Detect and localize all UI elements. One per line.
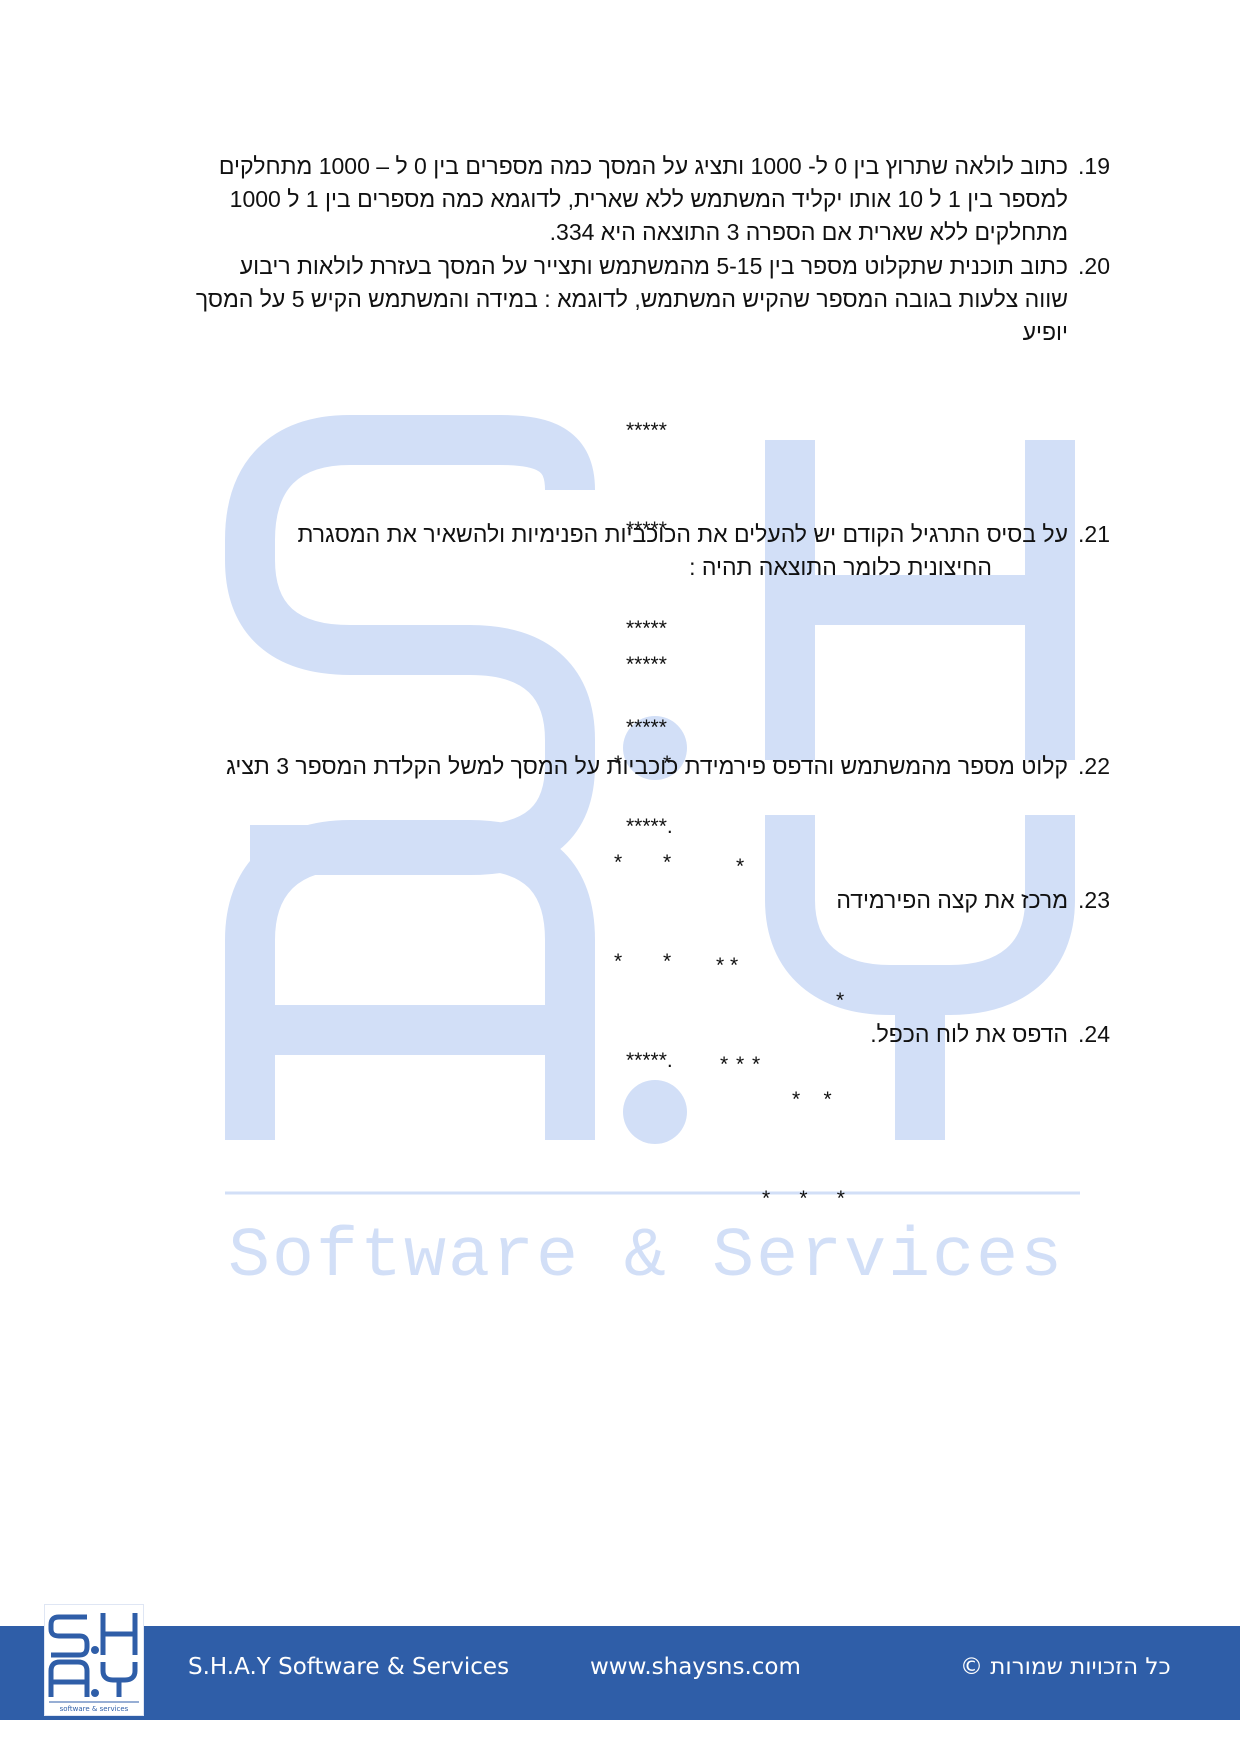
company-logo: software & services (44, 1604, 144, 1716)
pattern-line: * * * (720, 1053, 761, 1076)
shay-logo-icon: software & services (48, 1613, 139, 1713)
pattern-line: * * * (762, 1187, 845, 1210)
pattern-line: * (736, 855, 745, 878)
logo-tagline: software & services (60, 1705, 129, 1713)
hollow-square-pattern: ***** * * * * * * *****. (614, 582, 673, 1143)
exercise-text-line: מתחלקים ללא שארית אם הספרה 3 התוצאה היא … (549, 219, 1068, 245)
exercise-text-line: על בסיס התרגיל הקודם יש להעלים את הכוכבי… (297, 521, 1068, 547)
pattern-line: * * (614, 950, 672, 973)
exercise-24: 24. הדפס את לוח הכפל. (710, 1018, 1110, 1052)
pattern-line: ***** (626, 653, 667, 676)
pattern-line: * (836, 989, 845, 1012)
footer-website[interactable]: www.shaysns.com (590, 1654, 801, 1680)
exercise-20: 20. כתוב תוכנית שתקלוט מספר בין 5-15 מהמ… (170, 250, 1110, 350)
pattern-line: ***** (626, 419, 667, 442)
exercise-text-line: למספר בין 1 ל 10 אותו יקליד המשתמש ללא ש… (229, 186, 1068, 212)
exercise-text-line: החיצונית כלומר התוצאה תהיה : (689, 554, 992, 580)
footer-company: S.H.A.Y Software & Services (188, 1654, 510, 1680)
exercise-number: 19. (1078, 153, 1110, 179)
footer-copyright: כל הזכויות שמורות © (960, 1654, 1171, 1680)
exercise-text-line: קלוט מספר מהמשתמש והדפס פירמידת כוכביות … (226, 753, 1068, 779)
exercise-text-line: יופיע (1022, 319, 1068, 345)
exercise-19: 19. כתוב לולאה שתרוץ בין 0 ל- 1000 ותציג… (190, 150, 1110, 250)
exercise-text-line: כתוב לולאה שתרוץ בין 0 ל- 1000 ותציג על … (218, 153, 1068, 179)
exercise-number: 22. (1078, 753, 1110, 779)
exercise-text-line: הדפס את לוח הכפל. (870, 1021, 1068, 1047)
exercise-number: 24. (1078, 1021, 1110, 1047)
exercise-22: 22. קלוט מספר מהמשתמש והדפס פירמידת כוכב… (190, 750, 1110, 784)
exercise-21: 21. על בסיס התרגיל הקודם יש להעלים את הכ… (230, 518, 1110, 588)
pattern-line: * * (716, 954, 739, 977)
pattern-line: * * (792, 1088, 832, 1111)
exercise-text-line: מרכז את קצה הפירמידה (836, 887, 1068, 913)
exercise-number: 23. (1078, 887, 1110, 913)
pyramid-pattern: * * * * * * (716, 784, 760, 1147)
watermark-tagline: Software & Services (228, 1218, 1065, 1297)
pattern-line: *****. (626, 1049, 673, 1072)
exercise-text-line: שווה צלעות בגובה המספר שהקיש המשתמש, לדו… (195, 286, 1068, 312)
exercise-23: 23. מרכז את קצה הפירמידה (710, 884, 1110, 918)
centered-pyramid-pattern: * * * * * * (762, 918, 845, 1281)
pattern-line: * * (614, 851, 672, 874)
exercise-number: 20. (1078, 253, 1110, 279)
exercise-number: 21. (1078, 521, 1110, 547)
exercise-text-line: כתוב תוכנית שתקלוט מספר בין 5-15 מהמשתמש… (239, 253, 1068, 279)
